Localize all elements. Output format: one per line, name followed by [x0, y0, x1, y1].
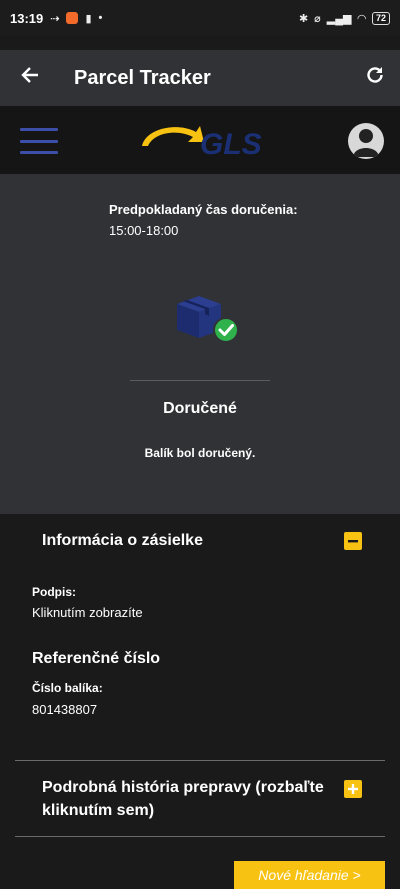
- page-title: Parcel Tracker: [74, 66, 211, 89]
- battery-level: 72: [375, 12, 386, 23]
- battery-icon: 72: [371, 11, 390, 25]
- gls-header: GLS: [0, 106, 400, 174]
- gls-logo: GLS: [138, 120, 264, 161]
- arrow-left-icon[interactable]: [0, 65, 60, 91]
- user-avatar-icon[interactable]: [348, 123, 384, 159]
- wifi-icon: ◠: [357, 12, 366, 25]
- signature-link[interactable]: Kliknutím zobrazíte: [32, 605, 143, 620]
- status-time: 13:19: [10, 10, 44, 26]
- new-search-button[interactable]: Nové hľadanie >: [234, 861, 385, 889]
- shipment-info-header[interactable]: Informácia o zásielke: [42, 532, 203, 550]
- delivery-status-card: Predpokladaný čas doručenia: 15:00-18:00…: [0, 174, 400, 514]
- collapse-minus-icon[interactable]: [344, 532, 362, 550]
- status-description: Balík bol doručený.: [144, 446, 256, 460]
- signal-icon: ▂▄▆: [326, 12, 352, 25]
- status-bar: 13:19 ⇢ ▮ • ✱ ⌀ ▂▄▆ ◠ 72: [0, 0, 400, 36]
- delivered-parcel-icon: [173, 292, 243, 348]
- dot-icon: •: [98, 12, 103, 24]
- parcel-number-label: Číslo balíka:: [32, 681, 103, 695]
- status-divider: [130, 380, 270, 381]
- signature-label: Podpis:: [32, 585, 76, 599]
- expand-plus-icon[interactable]: [344, 780, 362, 798]
- parcel-number-value: 801438807: [32, 702, 98, 717]
- eta-label: Predpokladaný čas doručenia:: [109, 202, 298, 217]
- menu-icon[interactable]: [20, 128, 58, 154]
- history-bottom-divider: [15, 836, 385, 837]
- logo-text: GLS: [200, 128, 262, 160]
- reference-number-title: Referenčné číslo: [32, 650, 161, 667]
- eta-value: 15:00-18:00: [109, 223, 179, 238]
- bluetooth-icon: ✱: [298, 12, 309, 25]
- history-top-divider: [15, 760, 385, 761]
- shipment-info-panel: Informácia o zásielke Podpis: Kliknutím …: [0, 514, 400, 889]
- refresh-icon[interactable]: [350, 65, 400, 91]
- cast-icon: ⇢: [50, 12, 60, 25]
- app-bar: Parcel Tracker: [0, 50, 400, 106]
- sim-icon: ▮: [85, 12, 92, 25]
- app-notification-icon: [66, 12, 79, 24]
- transport-history-toggle[interactable]: Podrobná história prepravy (rozbaľte kli…: [42, 776, 332, 822]
- status-title: Doručené: [163, 400, 237, 417]
- alarm-off-icon: ⌀: [314, 12, 321, 25]
